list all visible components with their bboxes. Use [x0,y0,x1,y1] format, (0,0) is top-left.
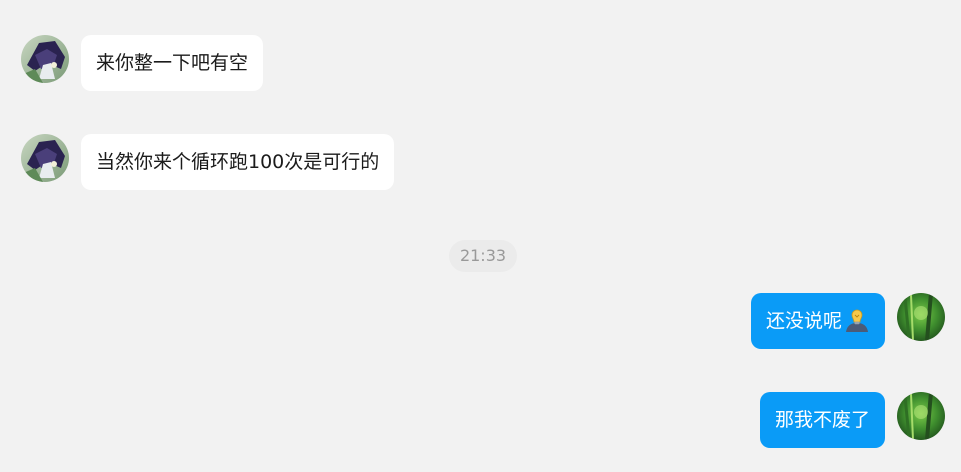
message-bubble-incoming[interactable]: 来你整一下吧有空 [81,35,264,91]
user-avatar[interactable] [897,392,945,440]
user-avatar[interactable] [897,293,945,341]
message-text: 来你整一下吧有空 [96,52,249,74]
contact-avatar[interactable] [21,134,69,182]
message-bubble-incoming[interactable]: 当然你来个循环跑100次是可行的 [81,134,395,190]
message-text: 还没说呢 [765,310,842,332]
message-timestamp: 21:33 [449,240,517,272]
message-bubble-outgoing[interactable]: 那我不废了 [759,392,885,448]
contact-avatar[interactable] [21,35,69,83]
thinking-light-bulb-emoji-icon [844,306,870,332]
message-text: 那我不废了 [774,409,870,431]
message-bubble-outgoing[interactable]: 还没说呢 [750,293,885,349]
message-text: 当然你来个循环跑100次是可行的 [96,151,380,173]
